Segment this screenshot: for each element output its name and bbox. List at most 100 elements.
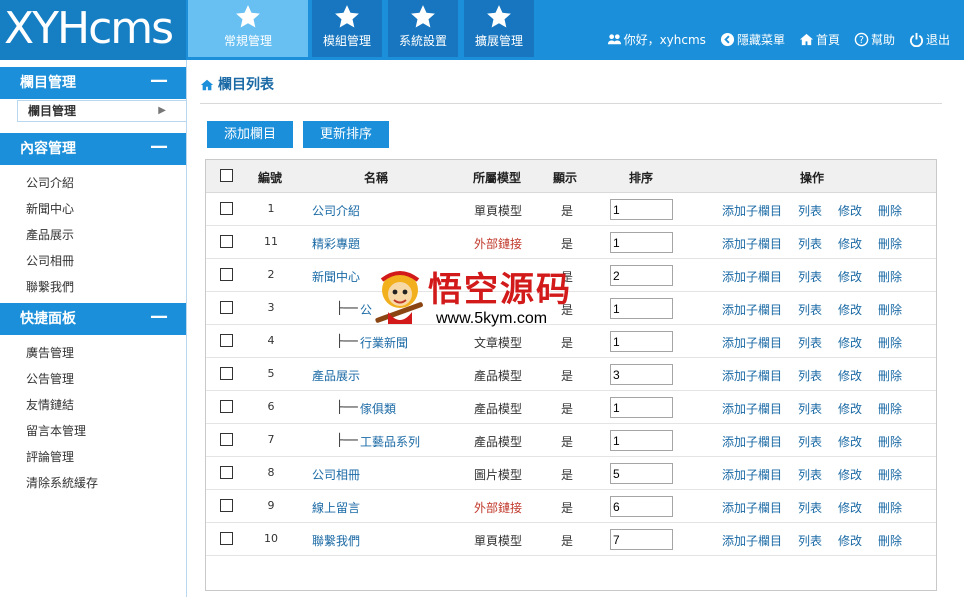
add-column-button[interactable]: 添加欄目 bbox=[207, 121, 293, 148]
order-input[interactable] bbox=[610, 529, 673, 550]
list-link[interactable]: 列表 bbox=[798, 367, 822, 384]
edit-link[interactable]: 修改 bbox=[838, 235, 862, 252]
sidebar-item[interactable]: 清除系統緩存 bbox=[26, 474, 98, 491]
order-input[interactable] bbox=[610, 364, 673, 385]
row-name-link[interactable]: 新聞中心 bbox=[312, 268, 360, 285]
edit-link[interactable]: 修改 bbox=[838, 466, 862, 483]
list-link[interactable]: 列表 bbox=[798, 532, 822, 549]
order-input[interactable] bbox=[610, 331, 673, 352]
delete-link[interactable]: 刪除 bbox=[878, 334, 902, 351]
row-checkbox[interactable] bbox=[220, 334, 233, 347]
collapse-icon[interactable]: — bbox=[150, 65, 168, 97]
select-all-checkbox[interactable] bbox=[220, 169, 233, 182]
sidebar-item[interactable]: 評論管理 bbox=[26, 448, 74, 465]
add-child-link[interactable]: 添加子欄目 bbox=[722, 202, 782, 219]
home-link[interactable]: 首頁 bbox=[799, 31, 840, 48]
row-checkbox[interactable] bbox=[220, 499, 233, 512]
nav-tab-2[interactable]: 模組管理 bbox=[312, 0, 382, 57]
add-child-link[interactable]: 添加子欄目 bbox=[722, 433, 782, 450]
sidebar-section-2[interactable]: 內容管理 — bbox=[0, 133, 186, 165]
add-child-link[interactable]: 添加子欄目 bbox=[722, 268, 782, 285]
row-name-link[interactable]: 聯繫我們 bbox=[312, 532, 360, 549]
sidebar-item[interactable]: 公司介紹 bbox=[26, 174, 74, 191]
help-link[interactable]: ? 幫助 bbox=[854, 31, 895, 48]
row-checkbox[interactable] bbox=[220, 367, 233, 380]
row-name-link[interactable]: 產品展示 bbox=[312, 367, 360, 384]
row-checkbox[interactable] bbox=[220, 433, 233, 446]
collapse-icon[interactable]: — bbox=[150, 301, 168, 333]
order-input[interactable] bbox=[610, 199, 673, 220]
nav-tab-3[interactable]: 系統設置 bbox=[388, 0, 458, 57]
row-checkbox[interactable] bbox=[220, 202, 233, 215]
list-link[interactable]: 列表 bbox=[798, 202, 822, 219]
edit-link[interactable]: 修改 bbox=[838, 532, 862, 549]
list-link[interactable]: 列表 bbox=[798, 466, 822, 483]
row-name-link[interactable]: 公司相冊 bbox=[312, 466, 360, 483]
edit-link[interactable]: 修改 bbox=[838, 367, 862, 384]
nav-tab-1[interactable]: 常規管理 bbox=[188, 0, 308, 57]
delete-link[interactable]: 刪除 bbox=[878, 268, 902, 285]
sidebar-item[interactable]: 友情鏈結 bbox=[26, 396, 74, 413]
row-checkbox[interactable] bbox=[220, 466, 233, 479]
add-child-link[interactable]: 添加子欄目 bbox=[722, 499, 782, 516]
sidebar-item[interactable]: 產品展示 bbox=[26, 226, 74, 243]
row-checkbox[interactable] bbox=[220, 532, 233, 545]
update-order-button[interactable]: 更新排序 bbox=[303, 121, 389, 148]
delete-link[interactable]: 刪除 bbox=[878, 301, 902, 318]
row-name-link[interactable]: 精彩專題 bbox=[312, 235, 360, 252]
sidebar-item[interactable]: 公司相冊 bbox=[26, 252, 74, 269]
add-child-link[interactable]: 添加子欄目 bbox=[722, 466, 782, 483]
list-link[interactable]: 列表 bbox=[798, 301, 822, 318]
row-checkbox[interactable] bbox=[220, 400, 233, 413]
sidebar-item[interactable]: 新聞中心 bbox=[26, 200, 74, 217]
app-logo[interactable]: XYHcms bbox=[0, 0, 186, 60]
delete-link[interactable]: 刪除 bbox=[878, 532, 902, 549]
order-input[interactable] bbox=[610, 463, 673, 484]
row-name-link[interactable]: 公司介紹 bbox=[312, 202, 360, 219]
delete-link[interactable]: 刪除 bbox=[878, 235, 902, 252]
order-input[interactable] bbox=[610, 265, 673, 286]
list-link[interactable]: 列表 bbox=[798, 433, 822, 450]
delete-link[interactable]: 刪除 bbox=[878, 202, 902, 219]
sidebar-item-active[interactable]: 欄目管理 ▶ bbox=[17, 100, 186, 122]
row-name-link[interactable]: 傢俱類 bbox=[360, 400, 396, 417]
add-child-link[interactable]: 添加子欄目 bbox=[722, 367, 782, 384]
delete-link[interactable]: 刪除 bbox=[878, 433, 902, 450]
list-link[interactable]: 列表 bbox=[798, 400, 822, 417]
order-input[interactable] bbox=[610, 430, 673, 451]
row-checkbox[interactable] bbox=[220, 268, 233, 281]
list-link[interactable]: 列表 bbox=[798, 235, 822, 252]
order-input[interactable] bbox=[610, 397, 673, 418]
add-child-link[interactable]: 添加子欄目 bbox=[722, 400, 782, 417]
order-input[interactable] bbox=[610, 298, 673, 319]
add-child-link[interactable]: 添加子欄目 bbox=[722, 334, 782, 351]
edit-link[interactable]: 修改 bbox=[838, 202, 862, 219]
edit-link[interactable]: 修改 bbox=[838, 499, 862, 516]
logout-link[interactable]: 退出 bbox=[909, 31, 950, 48]
edit-link[interactable]: 修改 bbox=[838, 268, 862, 285]
row-name-link[interactable]: 工藝品系列 bbox=[360, 433, 420, 450]
collapse-icon[interactable]: — bbox=[150, 131, 168, 163]
row-name-link[interactable]: 行業新聞 bbox=[360, 334, 408, 351]
sidebar-item[interactable]: 廣告管理 bbox=[26, 344, 74, 361]
sidebar-item[interactable]: 聯繫我們 bbox=[26, 278, 74, 295]
delete-link[interactable]: 刪除 bbox=[878, 367, 902, 384]
nav-tab-4[interactable]: 擴展管理 bbox=[464, 0, 534, 57]
edit-link[interactable]: 修改 bbox=[838, 433, 862, 450]
delete-link[interactable]: 刪除 bbox=[878, 499, 902, 516]
order-input[interactable] bbox=[610, 496, 673, 517]
edit-link[interactable]: 修改 bbox=[838, 334, 862, 351]
edit-link[interactable]: 修改 bbox=[838, 400, 862, 417]
sidebar-section-1[interactable]: 欄目管理 — bbox=[0, 67, 186, 99]
list-link[interactable]: 列表 bbox=[798, 499, 822, 516]
row-checkbox[interactable] bbox=[220, 235, 233, 248]
sidebar-item[interactable]: 公告管理 bbox=[26, 370, 74, 387]
add-child-link[interactable]: 添加子欄目 bbox=[722, 532, 782, 549]
order-input[interactable] bbox=[610, 232, 673, 253]
edit-link[interactable]: 修改 bbox=[838, 301, 862, 318]
add-child-link[interactable]: 添加子欄目 bbox=[722, 301, 782, 318]
delete-link[interactable]: 刪除 bbox=[878, 400, 902, 417]
list-link[interactable]: 列表 bbox=[798, 268, 822, 285]
add-child-link[interactable]: 添加子欄目 bbox=[722, 235, 782, 252]
row-name-link[interactable]: 公 bbox=[360, 301, 372, 318]
